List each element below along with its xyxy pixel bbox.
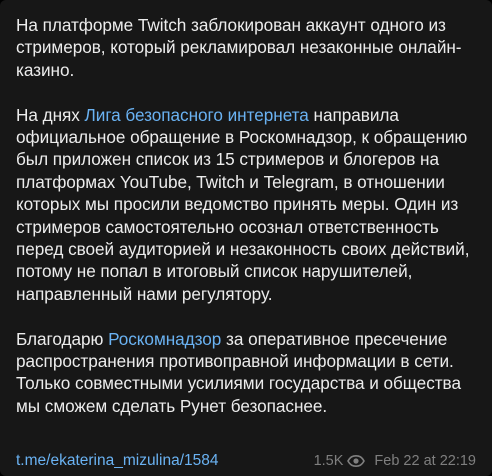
paragraph-3-text-start: Благодарю bbox=[16, 328, 109, 349]
post-permalink[interactable]: t.me/ekaterina_mizulina/1584 bbox=[16, 452, 218, 470]
paragraph-1-text: На платформе Twitch заблокирован аккаунт… bbox=[16, 15, 462, 80]
league-link[interactable]: Лига безопасного интернета bbox=[85, 105, 309, 125]
post-date: Feb 22 at 22:19 bbox=[374, 453, 476, 469]
channel-post: На платформе Twitch заблокирован аккаунт… bbox=[0, 0, 492, 476]
post-paragraph-2: На днях Лига безопасного интернета напра… bbox=[16, 104, 476, 306]
roskomnadzor-link[interactable]: Роскомнадзор bbox=[108, 329, 221, 349]
post-meta: 1.5K Feb 22 at 22:19 bbox=[314, 453, 476, 469]
post-paragraph-3: Благодарю Роскомнадзор за оперативное пр… bbox=[16, 328, 476, 418]
views-count: 1.5K bbox=[313, 453, 344, 469]
post-text: На платформе Twitch заблокирован аккаунт… bbox=[16, 14, 476, 417]
post-paragraph-1: На платформе Twitch заблокирован аккаунт… bbox=[16, 14, 476, 81]
post-footer: t.me/ekaterina_mizulina/1584 1.5K Feb 22… bbox=[16, 451, 476, 471]
eye-icon bbox=[347, 455, 366, 467]
paragraph-2-text-end: направила официальное обращение в Роском… bbox=[16, 104, 470, 304]
paragraph-2-text-start: На днях bbox=[16, 104, 85, 125]
